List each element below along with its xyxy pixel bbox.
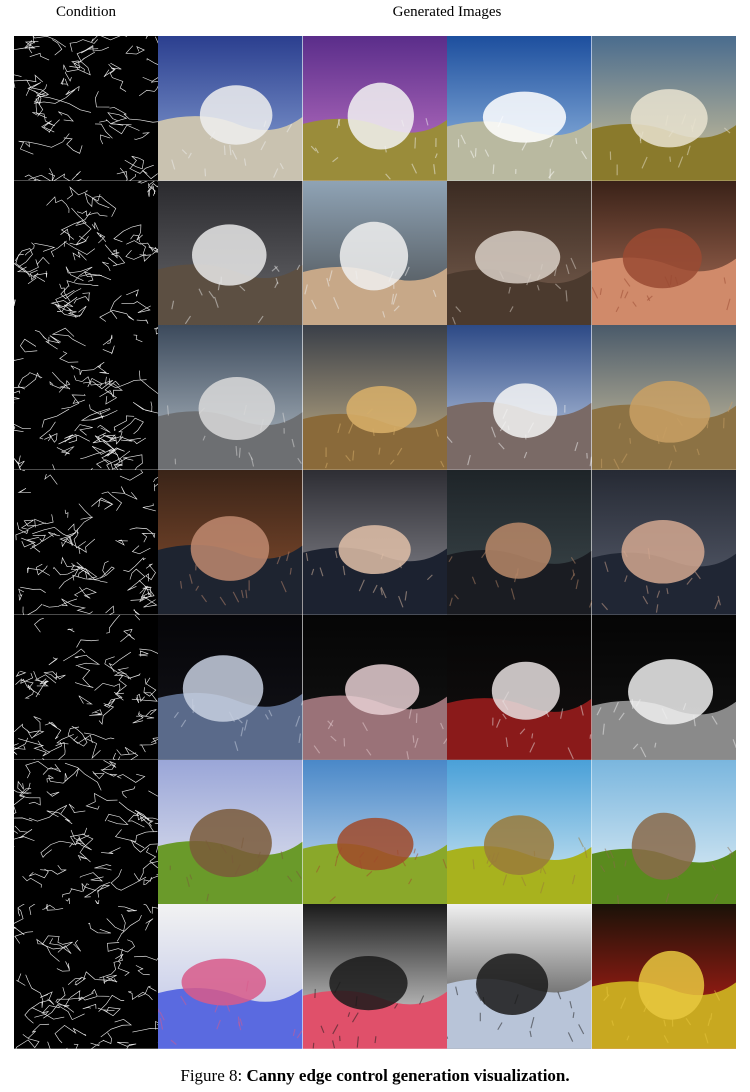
generated-image-running-horse-2	[302, 180, 448, 326]
canny-condition-image-running-horse	[14, 180, 159, 326]
generated-image-comic-man-2	[302, 904, 448, 1049]
generated-image-vintage-car-3	[447, 614, 592, 760]
generated-image-mountain-path-1	[158, 36, 303, 181]
generated-image-cottage-1	[158, 759, 303, 905]
generated-image-shipwreck-3	[447, 325, 592, 471]
generated-image-cottage-4	[591, 759, 736, 905]
generated-image-shipwreck-1	[158, 325, 303, 471]
generated-image-cottage-3	[447, 759, 592, 905]
generated-images-header: Generated Images	[392, 4, 502, 20]
canny-condition-image-cottage	[14, 759, 159, 905]
generated-image-running-horse-4	[591, 180, 736, 326]
generated-image-mountain-path-2	[302, 36, 448, 181]
canny-condition-image-comic-man	[14, 904, 159, 1049]
generated-image-cottage-2	[302, 759, 448, 905]
generated-image-man-in-suit-1	[158, 470, 303, 615]
canny-condition-image-shipwreck	[14, 325, 159, 471]
generated-image-shipwreck-2	[302, 325, 448, 471]
generated-image-vintage-car-2	[302, 614, 448, 760]
generated-image-shipwreck-4	[591, 325, 736, 471]
generated-image-mountain-path-4	[591, 36, 736, 181]
canny-condition-image-man-in-suit	[14, 470, 159, 615]
caption-prefix: Figure 8:	[180, 1066, 243, 1085]
generated-image-man-in-suit-2	[302, 470, 448, 615]
generated-image-running-horse-1	[158, 180, 303, 326]
generated-image-mountain-path-3	[447, 36, 592, 181]
generated-image-man-in-suit-3	[447, 470, 592, 615]
generated-image-comic-man-3	[447, 904, 592, 1049]
generated-image-comic-man-1	[158, 904, 303, 1049]
generated-image-man-in-suit-4	[591, 470, 736, 615]
condition-column-header: Condition	[55, 4, 116, 20]
generated-image-running-horse-3	[447, 180, 592, 326]
generated-image-vintage-car-4	[591, 614, 736, 760]
caption-text: Canny edge control generation visualizat…	[246, 1066, 570, 1085]
image-grid	[14, 36, 736, 1049]
figure-caption: Figure 8: Canny edge control generation …	[0, 1066, 750, 1086]
generated-image-comic-man-4	[591, 904, 736, 1049]
canny-condition-image-vintage-car	[14, 614, 159, 760]
canny-condition-image-mountain-path	[14, 36, 159, 181]
generated-image-vintage-car-1	[158, 614, 303, 760]
